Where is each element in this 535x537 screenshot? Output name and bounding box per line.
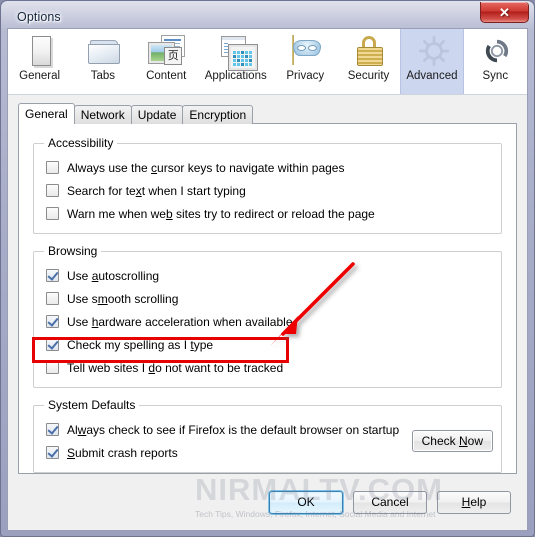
option-label: Use smooth scrolling — [67, 291, 179, 306]
category-general[interactable]: General — [8, 29, 71, 94]
option-row[interactable]: Warn me when web sites try to redirect o… — [42, 202, 493, 225]
checkbox-submit-crash-reports[interactable] — [46, 446, 59, 459]
gear-icon — [412, 34, 452, 68]
option-label: Check my spelling as I type — [67, 337, 214, 352]
checkbox-spell-check[interactable] — [46, 338, 59, 351]
option-row[interactable]: Use autoscrolling — [42, 264, 493, 287]
option-row[interactable]: Use smooth scrolling — [42, 287, 493, 310]
group-browsing: Browsing Use autoscrolling Use smooth sc… — [33, 244, 502, 388]
group-legend: Browsing — [48, 244, 98, 258]
check-now-button[interactable]: Check Now — [411, 430, 493, 452]
checkbox-search-text-typing[interactable] — [46, 184, 59, 197]
category-applications[interactable]: Applications — [198, 29, 274, 94]
help-button[interactable]: Help — [437, 490, 511, 514]
help-label: Help — [461, 495, 487, 509]
category-label: Content — [146, 70, 187, 82]
category-privacy[interactable]: Privacy — [274, 29, 337, 94]
group-system-defaults: System Defaults Always check to see if F… — [33, 398, 502, 473]
category-toolbar: General Tabs 页 Content Applications Priv… — [8, 29, 527, 95]
dialog-client-area: General Tabs 页 Content Applications Priv… — [7, 28, 528, 531]
checkbox-smooth-scrolling[interactable] — [46, 292, 59, 305]
tab-label: Update — [137, 108, 177, 122]
option-label: Always check to see if Firefox is the de… — [67, 422, 400, 437]
category-label: Advanced — [406, 70, 458, 82]
tab-network[interactable]: Network — [73, 105, 132, 124]
general-tab-panel: Accessibility Always use the cursor keys… — [18, 123, 517, 474]
group-legend: Accessibility — [48, 136, 114, 150]
tab-encryption[interactable]: Encryption — [182, 105, 254, 124]
ok-label: OK — [297, 495, 315, 509]
cancel-label: Cancel — [371, 495, 409, 509]
category-label: Sync — [482, 70, 509, 82]
category-label: Privacy — [286, 70, 325, 82]
checkbox-default-browser-check[interactable] — [46, 423, 59, 436]
options-window: Options ✕ General Tabs 页 Content Applica… — [0, 0, 535, 537]
checkbox-cursor-keys[interactable] — [46, 161, 59, 174]
option-label: Submit crash reports — [67, 445, 178, 460]
option-row-do-not-track[interactable]: Tell web sites I do not want to be track… — [42, 356, 493, 379]
option-label: Search for text when I start typing — [67, 183, 246, 198]
option-row[interactable]: Check my spelling as I type — [42, 333, 493, 356]
window-title: Options — [17, 10, 61, 24]
option-row[interactable]: Use hardware acceleration when available — [42, 310, 493, 333]
option-row[interactable]: Submit crash reports — [42, 441, 412, 464]
category-security[interactable]: Security — [337, 29, 400, 94]
sync-arrows-icon — [475, 34, 515, 68]
sub-tab-strip: General Network Update Encryption — [18, 103, 527, 124]
dialog-button-bar: OK Cancel Help — [8, 474, 527, 530]
option-row[interactable]: Always check to see if Firefox is the de… — [42, 418, 412, 441]
checkbox-warn-redirect[interactable] — [46, 207, 59, 220]
option-label: Use hardware acceleration when available — [67, 314, 293, 329]
checkbox-autoscrolling[interactable] — [46, 269, 59, 282]
option-row[interactable]: Search for text when I start typing — [42, 179, 493, 202]
title-bar: Options ✕ — [7, 2, 529, 28]
group-legend: System Defaults — [48, 398, 136, 412]
category-label: General — [19, 70, 61, 82]
category-label: Security — [347, 70, 390, 82]
tab-label: Encryption — [189, 108, 247, 122]
ok-button[interactable]: OK — [269, 490, 343, 514]
close-button[interactable]: ✕ — [480, 2, 529, 23]
general-page-icon — [20, 34, 60, 68]
option-label: Warn me when web sites try to redirect o… — [67, 206, 375, 221]
cancel-button[interactable]: Cancel — [353, 490, 427, 514]
category-tabs[interactable]: Tabs — [71, 29, 134, 94]
checkbox-hardware-acceleration[interactable] — [46, 315, 59, 328]
tab-general[interactable]: General — [18, 103, 75, 124]
folder-icon — [83, 34, 123, 68]
applications-icon — [216, 34, 258, 71]
category-sync[interactable]: Sync — [464, 29, 527, 94]
padlock-icon — [349, 34, 389, 68]
option-label: Use autoscrolling — [67, 268, 160, 283]
category-label: Tabs — [90, 70, 116, 82]
category-label: Applications — [204, 70, 267, 82]
option-label: Always use the cursor keys to navigate w… — [67, 160, 345, 175]
close-icon: ✕ — [499, 4, 510, 20]
mask-icon — [285, 34, 325, 68]
content-page-icon: 页 — [146, 34, 186, 68]
option-row[interactable]: Always use the cursor keys to navigate w… — [42, 156, 493, 179]
category-advanced[interactable]: Advanced — [400, 29, 464, 94]
tab-update[interactable]: Update — [130, 105, 184, 124]
tab-label: Network — [80, 108, 125, 122]
tab-label: General — [25, 107, 68, 121]
option-label: Tell web sites I do not want to be track… — [67, 360, 284, 375]
group-accessibility: Accessibility Always use the cursor keys… — [33, 136, 502, 234]
category-content[interactable]: 页 Content — [135, 29, 198, 94]
checkbox-do-not-track[interactable] — [46, 361, 59, 374]
